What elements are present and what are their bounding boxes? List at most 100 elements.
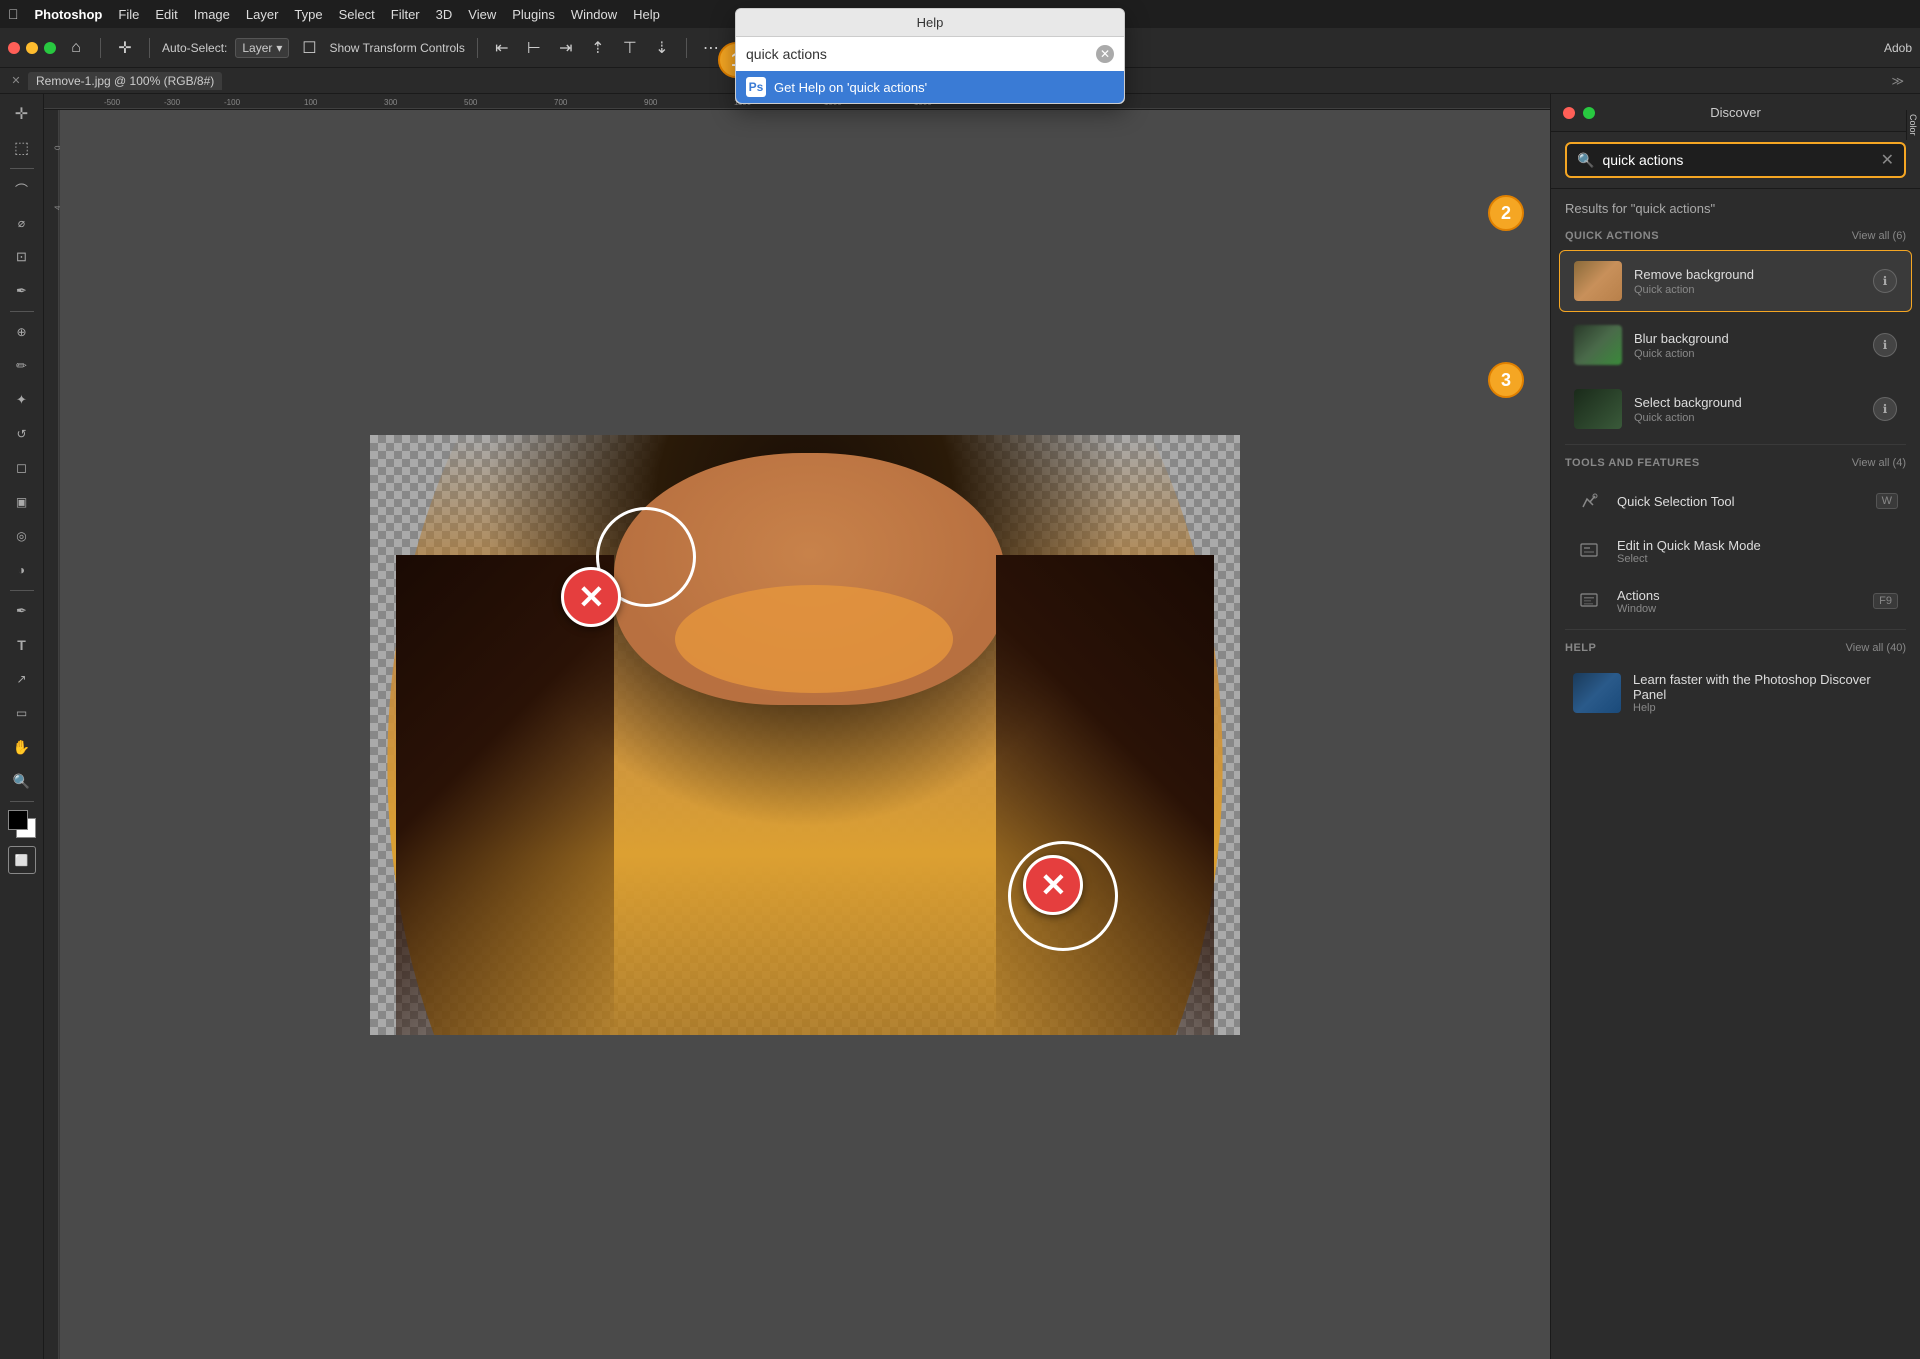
remove-background-info-btn[interactable]: ℹ [1873,269,1897,293]
action-blur-background[interactable]: Blur background Quick action ℹ [1559,314,1912,376]
menu-edit[interactable]: Edit [155,7,177,22]
eraser-tool[interactable]: ◻ [6,452,38,484]
zoom-tool[interactable]: 🔍 [6,765,38,797]
clone-stamp-tool[interactable]: ✦ [6,384,38,416]
help-result-item[interactable]: Ps Get Help on 'quick actions' [736,71,1124,103]
brush-tool[interactable]: ✏ [6,350,38,382]
svg-text:500: 500 [464,98,478,107]
pen-tool[interactable]: ✒ [6,595,38,627]
home-icon[interactable]: ⌂ [64,36,88,60]
help-popup-header: Help [736,9,1124,37]
foreground-background-colors[interactable] [8,810,36,838]
apple-logo-icon:  [8,6,19,22]
menu-image[interactable]: Image [194,7,230,22]
dodge-tool[interactable]: ◑ [6,554,38,586]
transform-checkbox[interactable]: ☐ [297,36,321,60]
canvas-area: ✕ ✕ [60,110,1550,1359]
tools-features-label: TOOLS AND FEATURES [1565,457,1700,469]
tools-features-view-all[interactable]: View all (4) [1852,457,1906,469]
help-clear-button[interactable]: ✕ [1096,45,1114,63]
minimize-button[interactable] [26,42,38,54]
menu-window[interactable]: Window [571,7,617,22]
blur-background-type: Quick action [1634,348,1861,360]
quick-select-tool[interactable]: ⌀ [6,207,38,239]
align-top-icon[interactable]: ⇡ [586,36,610,60]
help-view-all[interactable]: View all (40) [1846,642,1906,654]
discover-search-box[interactable]: 🔍 ✕ [1565,142,1906,178]
lasso-tool[interactable]: ⌒ [6,173,38,205]
actions-icon [1573,585,1605,617]
maximize-button[interactable] [44,42,56,54]
path-selection-tool[interactable]: ↗ [6,663,38,695]
remove-background-thumb [1574,261,1622,301]
discover-panel: Discover 🔍 ✕ Results for "quick actions"… [1550,94,1920,1359]
tab-filename: Remove-1.jpg @ 100% (RGB/8#) [36,74,214,88]
move-tool-icon[interactable]: ✛ [113,36,137,60]
menu-view[interactable]: View [468,7,496,22]
search-icon: 🔍 [1577,152,1594,169]
quick-selection-shortcut: W [1876,493,1898,509]
results-label: Results for "quick actions" [1551,189,1920,222]
select-background-info-btn[interactable]: ℹ [1873,397,1897,421]
quick-mask-icon[interactable]: ⬜ [8,846,36,874]
feature-quick-mask[interactable]: Edit in Quick Mask Mode Select [1559,527,1912,575]
eyedropper-tool[interactable]: ✒ [6,275,38,307]
menu-3d[interactable]: 3D [436,7,453,22]
foreground-color[interactable] [8,810,28,830]
menu-file[interactable]: File [118,7,139,22]
menu-select[interactable]: Select [339,7,375,22]
svg-text:100: 100 [304,98,318,107]
feature-actions[interactable]: Actions Window F9 [1559,577,1912,625]
tool-sep-2 [10,311,34,312]
discover-maximize-button[interactable] [1583,107,1595,119]
hand-tool[interactable]: ✋ [6,731,38,763]
quick-actions-view-all[interactable]: View all (6) [1852,230,1906,242]
layer-dropdown[interactable]: Layer ▾ [235,38,289,58]
discover-search-clear[interactable]: ✕ [1881,150,1894,170]
marquee-tool[interactable]: ⬚ [6,132,38,164]
svg-text:900: 900 [644,98,658,107]
feature-quick-selection[interactable]: Quick Selection Tool W [1559,477,1912,525]
align-center-h-icon[interactable]: ⊢ [522,36,546,60]
align-right-icon[interactable]: ⇥ [554,36,578,60]
shape-tool[interactable]: ▭ [6,697,38,729]
toolbar-sep-3 [477,38,478,58]
discover-close-button[interactable] [1563,107,1575,119]
move-tool[interactable]: ✛ [6,98,38,130]
quick-mask-name: Edit in Quick Mask Mode [1617,538,1898,553]
menu-layer[interactable]: Layer [246,7,279,22]
align-bottom-icon[interactable]: ⇣ [650,36,674,60]
arrange-icon[interactable]: ≫ [1883,74,1912,88]
blur-background-info-btn[interactable]: ℹ [1873,333,1897,357]
svg-text:-100: -100 [224,98,241,107]
help-learn-faster[interactable]: Learn faster with the Photoshop Discover… [1559,662,1912,724]
history-brush-tool[interactable]: ↺ [6,418,38,450]
section-divider-1 [1565,444,1906,445]
close-button[interactable] [8,42,20,54]
tool-sep-3 [10,590,34,591]
remove-background-name: Remove background [1634,267,1861,282]
discover-search-input[interactable] [1602,152,1872,168]
healing-brush-tool[interactable]: ⊕ [6,316,38,348]
photoshop-icon: Ps [746,77,766,97]
align-middle-v-icon[interactable]: ⊤ [618,36,642,60]
help-search-input[interactable] [746,46,1088,62]
gradient-tool[interactable]: ▣ [6,486,38,518]
close-tab-icon[interactable]: ✕ [8,74,24,87]
action-remove-background[interactable]: Remove background Quick action ℹ [1559,250,1912,312]
quick-mask-info: Edit in Quick Mask Mode Select [1617,538,1898,565]
action-select-background[interactable]: Select background Quick action ℹ [1559,378,1912,440]
document-tab[interactable]: Remove-1.jpg @ 100% (RGB/8#) [28,72,222,90]
menu-help[interactable]: Help [633,7,660,22]
menu-type[interactable]: Type [294,7,322,22]
text-tool[interactable]: T [6,629,38,661]
quick-mask-icon-f [1573,535,1605,567]
blur-tool[interactable]: ◎ [6,520,38,552]
align-left-icon[interactable]: ⇤ [490,36,514,60]
help-learn-name: Learn faster with the Photoshop Discover… [1633,672,1898,702]
menu-filter[interactable]: Filter [391,7,420,22]
menu-plugins[interactable]: Plugins [512,7,555,22]
color-panel-label[interactable]: Color [1906,110,1920,140]
svg-text:-500: -500 [104,98,121,107]
crop-tool[interactable]: ⊡ [6,241,38,273]
